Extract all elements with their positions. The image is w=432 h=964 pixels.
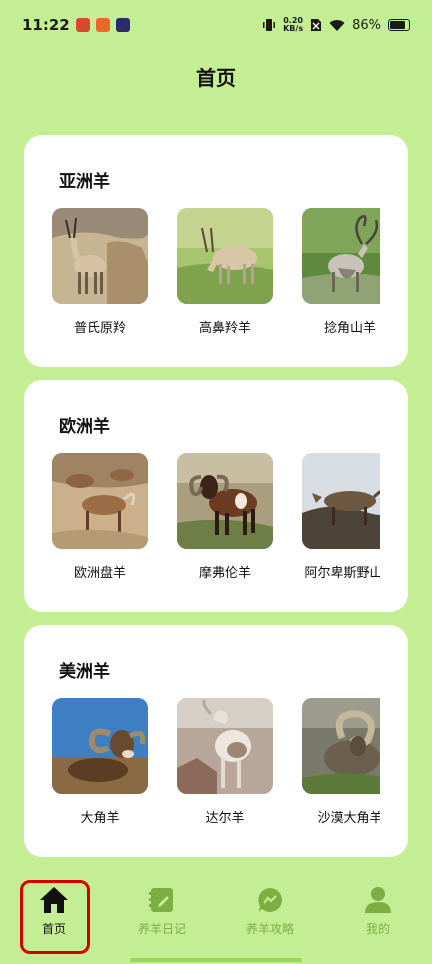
animal-name[interactable]: 大角羊: [52, 807, 148, 826]
tab-guide[interactable]: 养羊攻略: [216, 874, 324, 964]
network-speed-unit: KB/s: [283, 24, 304, 33]
section-card-americas: 美洲羊 大角羊 达尔羊 沙漠大角羊: [24, 625, 408, 857]
page-title: 首页: [196, 66, 236, 90]
section-title: 美洲羊: [59, 662, 110, 682]
animal-photo[interactable]: [52, 208, 148, 304]
profile-icon: [365, 887, 391, 913]
animal-item[interactable]: 普氏原羚: [52, 208, 148, 336]
section-title: 亚洲羊: [59, 172, 110, 192]
sim-off-icon: [311, 19, 322, 31]
play-notification-icon: [115, 18, 130, 32]
app-notification-icon-1: [75, 18, 90, 32]
animal-photo[interactable]: [302, 208, 380, 304]
status-right: 0.20 KB/s 86%: [262, 17, 410, 33]
section-card-asia: 亚洲羊 普氏原羚 高鼻羚羊 捻角山羊: [24, 135, 408, 367]
animal-row[interactable]: 大角羊 达尔羊 沙漠大角羊: [52, 698, 380, 838]
wifi-icon: [329, 19, 345, 31]
guide-chat-icon: [258, 888, 282, 912]
animal-photo[interactable]: [52, 453, 148, 549]
animal-item[interactable]: 捻角山羊: [302, 208, 380, 336]
status-time: 11:22: [22, 16, 70, 34]
animal-name[interactable]: 捻角山羊: [302, 317, 380, 336]
animal-item[interactable]: 高鼻羚羊: [177, 208, 273, 336]
app-notification-icon-2: [95, 18, 110, 32]
animal-name[interactable]: 普氏原羚: [52, 317, 148, 336]
home-indicator[interactable]: [130, 958, 302, 962]
tab-profile[interactable]: 我的: [324, 874, 432, 964]
tab-label: 养羊攻略: [245, 922, 294, 936]
battery-icon: [388, 19, 410, 31]
animal-item[interactable]: 欧洲盘羊: [52, 453, 148, 581]
tab-label: 我的: [365, 922, 390, 936]
animal-photo[interactable]: [177, 698, 273, 794]
animal-name[interactable]: 高鼻羚羊: [177, 317, 273, 336]
status-bar: 11:22 0.20 KB/s 86%: [0, 0, 432, 50]
tab-diary[interactable]: 养羊日记: [108, 874, 216, 964]
animal-name[interactable]: 达尔羊: [177, 807, 273, 826]
active-tab-highlight: [20, 880, 90, 954]
animal-photo[interactable]: [302, 453, 380, 549]
animal-row[interactable]: 欧洲盘羊 摩弗伦羊 阿尔卑斯野山: [52, 453, 380, 593]
animal-item[interactable]: 摩弗伦羊: [177, 453, 273, 581]
animal-name[interactable]: 欧洲盘羊: [52, 562, 148, 581]
diary-icon: [149, 888, 173, 912]
battery-percent: 86%: [352, 17, 381, 33]
animal-photo[interactable]: [52, 698, 148, 794]
vibrate-icon: [263, 19, 276, 31]
tab-label: 养羊日记: [137, 922, 186, 936]
animal-item[interactable]: 达尔羊: [177, 698, 273, 826]
animal-item[interactable]: 沙漠大角羊: [302, 698, 380, 826]
animal-name[interactable]: 阿尔卑斯野山羊: [302, 562, 380, 581]
animal-photo[interactable]: [177, 208, 273, 304]
animal-row[interactable]: 普氏原羚 高鼻羚羊 捻角山羊: [52, 208, 380, 348]
section-card-europe: 欧洲羊 欧洲盘羊 摩弗伦羊 阿尔卑斯野山: [24, 380, 408, 612]
animal-item[interactable]: 大角羊: [52, 698, 148, 826]
section-title: 欧洲羊: [59, 417, 110, 437]
app-screen: 11:22 0.20 KB/s 86% 首页 亚洲羊 普氏原羚 高鼻羚羊 捻角山…: [0, 0, 432, 964]
animal-photo[interactable]: [177, 453, 273, 549]
status-left: 11:22: [22, 16, 130, 34]
animal-item[interactable]: 阿尔卑斯野山羊: [302, 453, 380, 581]
network-speed: 0.20 KB/s: [283, 17, 303, 33]
animal-name[interactable]: 摩弗伦羊: [177, 562, 273, 581]
animal-photo[interactable]: [302, 698, 380, 794]
animal-name[interactable]: 沙漠大角羊: [302, 807, 380, 826]
